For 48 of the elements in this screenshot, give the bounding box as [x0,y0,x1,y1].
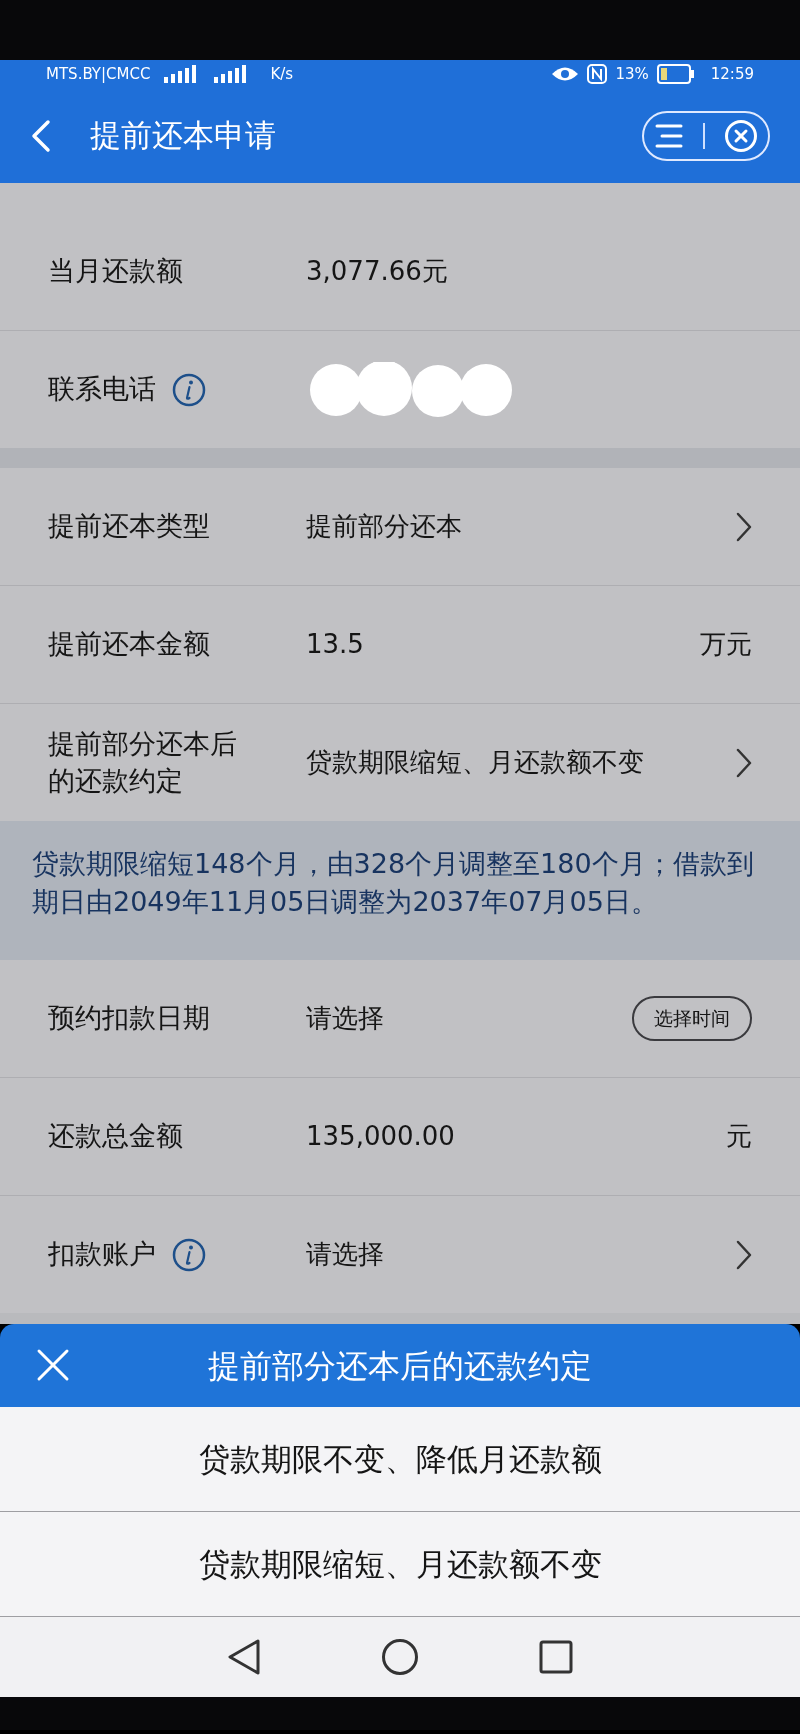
form-row[interactable]: 提前部分还本后的还款约定 贷款期限缩短、月还款额不变 [0,703,800,821]
recents-icon[interactable] [539,1640,573,1674]
home-icon[interactable] [381,1638,419,1676]
chevron-right-icon [736,1239,752,1270]
sheet-option[interactable]: 贷款期限不变、降低月还款额 [0,1407,800,1512]
signal-icon [212,65,247,83]
field-value: 请选择 [306,1238,384,1271]
field-label: 提前还本类型 [48,509,210,544]
form-row[interactable]: 提前还本类型 提前部分还本 [0,468,800,585]
carrier-name: MTS.BY|CMCC [46,63,151,85]
field-label: 预约扣款日期 [48,1001,210,1036]
field-value: 135,000.00 [306,1120,455,1153]
field-label: 还款总金额 [48,1119,183,1154]
close-icon[interactable] [36,1348,70,1382]
field-value: 13.5 [306,628,364,661]
chevron-right-icon [736,747,752,778]
field-label: 联系电话 [48,372,156,407]
sheet-title: 提前部分还本后的还款约定 [208,1345,592,1387]
field-value: 贷款期限缩短、月还款额不变 [306,746,644,779]
form-row[interactable]: 预约扣款日期 请选择 选择时间 [0,960,800,1077]
back-icon[interactable] [30,118,52,153]
form-row[interactable]: 扣款账户 请选择 [0,1195,800,1313]
info-icon[interactable] [172,1237,206,1272]
chevron-right-icon [736,511,752,542]
field-value: 请选择 [306,1002,384,1035]
sheet-option[interactable]: 贷款期限缩短、月还款额不变 [0,1512,800,1617]
field-label: 提前还本金额 [48,627,210,662]
close-icon[interactable] [724,118,759,153]
menu-icon[interactable] [653,122,684,149]
nfc-icon [587,64,608,84]
notice-text: 贷款期限缩短148个月，由328个月调整至180个月；借款到期日由2049年11月05日调整为2037年07月05日。 [0,821,800,960]
eye-icon [551,65,580,83]
battery-level: 13% [615,63,649,85]
page-title: 提前还本申请 [90,116,277,156]
field-label: 扣款账户 [48,1237,156,1272]
unit-label: 万元 [700,628,752,661]
info-icon[interactable] [172,372,206,407]
network-speed: K/s [270,63,294,85]
select-time-button[interactable]: 选择时间 [632,996,752,1041]
field-value: 3,077.66元 [306,255,448,288]
clock-time: 12:59 [710,63,754,85]
back-icon[interactable] [227,1638,261,1676]
field-label: 提前部分还本后的还款约定 [48,727,238,798]
battery-icon [656,64,695,84]
field-value: 提前部分还本 [306,510,462,543]
field-label: 当月还款额 [48,254,183,289]
signal-icon [162,65,197,83]
unit-label: 元 [726,1120,752,1153]
